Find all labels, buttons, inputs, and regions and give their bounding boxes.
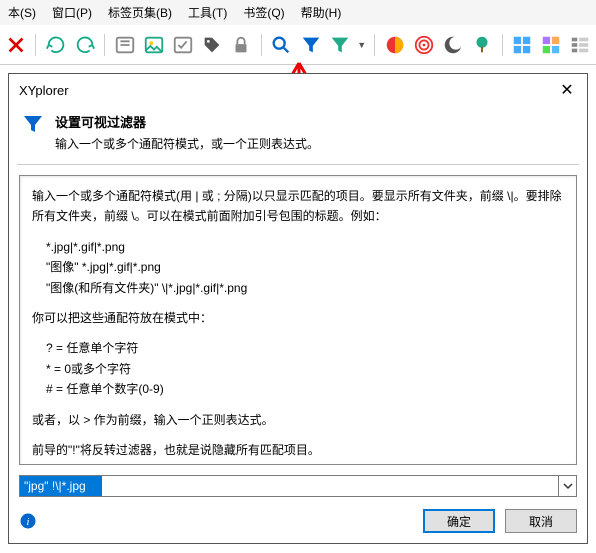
input-dropdown-button[interactable]: [559, 475, 577, 497]
grid-blue-icon[interactable]: [510, 32, 533, 58]
help-paragraph: 你可以把这些通配符放在模式中：: [32, 308, 564, 328]
filter-dialog: XYplorer ✕ 设置可视过滤器 输入一个或多个通配符模式，或一个正则表达式…: [8, 73, 588, 544]
example-line: "图像(和所有文件夹)" \|*.jpg|*.gif|*.png: [32, 278, 564, 298]
menu-help[interactable]: 帮助(H): [301, 4, 342, 21]
close-icon[interactable]: [4, 32, 27, 58]
search-icon[interactable]: [270, 32, 293, 58]
dialog-header-subtitle: 输入一个或多个通配符模式，或一个正则表达式。: [55, 135, 319, 152]
help-text-box: 输入一个或多个通配符模式(用 | 或 ; 分隔)以只显示匹配的项目。要显示所有文…: [19, 175, 577, 465]
filter-input-row: [19, 475, 577, 497]
help-paragraph: 或者，以 > 作为前缀，输入一个正则表达式。: [32, 410, 564, 430]
filter-blue-icon[interactable]: [299, 32, 322, 58]
separator: [374, 34, 375, 56]
tag-icon[interactable]: [201, 32, 224, 58]
dialog-title-text: XYplorer: [19, 83, 69, 98]
menu-bookmarks[interactable]: 书签(Q): [243, 4, 284, 21]
toolbar: ▼: [0, 25, 596, 65]
help-paragraph: 前导的"!"将反转过滤器，也就是说隐藏所有匹配项目。: [32, 440, 564, 460]
dropdown-arrow-icon[interactable]: ▼: [357, 40, 366, 50]
menu-window[interactable]: 窗口(P): [52, 4, 92, 21]
lock-icon[interactable]: [230, 32, 253, 58]
dialog-header: 设置可视过滤器 输入一个或多个通配符模式，或一个正则表达式。: [9, 106, 587, 164]
help-paragraph: 输入一个或多个通配符模式(用 | 或 ; 分隔)以只显示匹配的项目。要显示所有文…: [32, 186, 564, 227]
example-line: "图像" *.jpg|*.gif|*.png: [32, 257, 564, 277]
menu-tools[interactable]: 工具(T): [188, 4, 227, 21]
redo-icon[interactable]: [73, 32, 96, 58]
checkbox-panel-icon[interactable]: [171, 32, 194, 58]
filter-green-icon[interactable]: [328, 32, 351, 58]
color-red-icon[interactable]: [383, 32, 406, 58]
dialog-button-row: i 确定 取消: [9, 501, 587, 543]
moon-icon[interactable]: [441, 32, 464, 58]
tree-icon[interactable]: [470, 32, 493, 58]
wildcard-line: # = 任意单个数字(0-9): [32, 379, 564, 399]
menu-tabsets[interactable]: 标签页集(B): [108, 4, 172, 21]
dialog-close-button[interactable]: ✕: [557, 80, 577, 100]
target-icon[interactable]: [412, 32, 435, 58]
grid-detail-icon[interactable]: [540, 32, 563, 58]
filter-input[interactable]: [19, 475, 559, 497]
separator: [35, 34, 36, 56]
cancel-button[interactable]: 取消: [505, 509, 577, 533]
filter-panel-icon[interactable]: [113, 32, 136, 58]
separator: [502, 34, 503, 56]
grid-list-icon[interactable]: [569, 32, 592, 58]
menu-script[interactable]: 本(S): [8, 4, 36, 21]
ok-button[interactable]: 确定: [423, 509, 495, 533]
funnel-icon: [21, 112, 45, 136]
wildcard-line: * = 0或多个字符: [32, 359, 564, 379]
dialog-header-title: 设置可视过滤器: [55, 115, 146, 130]
wildcard-line: ? = 任意单个字符: [32, 338, 564, 358]
dialog-titlebar: XYplorer ✕: [9, 74, 587, 106]
divider: [17, 164, 579, 165]
separator: [104, 34, 105, 56]
example-line: *.jpg|*.gif|*.png: [32, 237, 564, 257]
image-preview-icon[interactable]: [142, 32, 165, 58]
undo-icon[interactable]: [44, 32, 67, 58]
svg-text:i: i: [27, 517, 30, 528]
info-icon[interactable]: i: [19, 512, 37, 530]
separator: [261, 34, 262, 56]
menubar: 本(S) 窗口(P) 标签页集(B) 工具(T) 书签(Q) 帮助(H): [0, 0, 596, 25]
